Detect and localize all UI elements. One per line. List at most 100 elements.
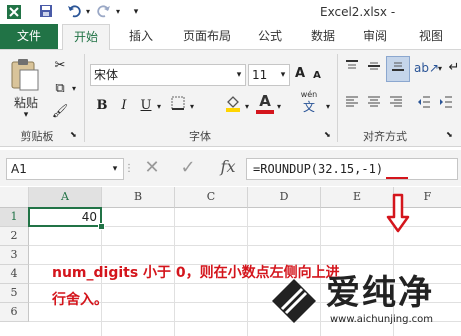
excel-logo-icon xyxy=(6,4,22,20)
tab-page-layout[interactable]: 页面布局 xyxy=(172,24,242,49)
phonetic-guide-icon[interactable]: wén 文 xyxy=(296,90,322,116)
increase-indent-icon[interactable] xyxy=(436,94,456,114)
row-header-3[interactable]: 3 xyxy=(0,246,29,265)
formula-text: =ROUNDUP(32.15,-1) xyxy=(253,162,384,176)
formula-bar-resize-icon[interactable]: ⋮ xyxy=(124,159,134,179)
column-header-b[interactable]: B xyxy=(102,187,175,208)
row-header-4[interactable]: 4 xyxy=(0,265,29,284)
group-separator xyxy=(84,54,85,142)
clipboard-launcher-icon[interactable]: ⬊ xyxy=(70,130,80,140)
annotation-line-2: 行舍入。 xyxy=(52,292,108,308)
alignment-group-label: 对齐方式 xyxy=(363,130,407,143)
align-middle-icon[interactable] xyxy=(364,58,384,78)
font-name-dropdown-icon[interactable]: ▾ xyxy=(234,65,244,85)
group-separator xyxy=(337,54,338,142)
row-header-6[interactable]: 6 xyxy=(0,303,29,322)
column-header-e[interactable]: E xyxy=(321,187,394,208)
clipboard-group-label: 剪贴板 xyxy=(20,130,54,143)
watermark-text: 爱纯净 xyxy=(326,273,434,313)
row-header-1[interactable]: 1 xyxy=(0,208,29,227)
cell-a1-value: 40 xyxy=(81,210,97,224)
tab-review[interactable]: 审阅 xyxy=(352,24,398,49)
tab-file[interactable]: 文件 xyxy=(0,24,58,49)
tab-view[interactable]: 视图 xyxy=(408,24,454,49)
row-header-2[interactable]: 2 xyxy=(0,227,29,246)
align-left-icon[interactable] xyxy=(342,94,362,114)
phonetic-dropdown-icon[interactable]: ▾ xyxy=(324,97,332,117)
undo-dropdown-icon[interactable]: ▾ xyxy=(84,4,92,20)
font-launcher-icon[interactable]: ⬊ xyxy=(324,130,334,140)
align-top-icon[interactable] xyxy=(342,58,362,78)
tab-insert[interactable]: 插入 xyxy=(118,24,164,49)
name-box-dropdown-icon[interactable]: ▾ xyxy=(110,159,120,179)
watermark-logo-icon xyxy=(268,275,320,327)
column-header-d[interactable]: D xyxy=(248,187,321,208)
underline-button[interactable]: U xyxy=(138,96,154,116)
decrease-indent-icon[interactable] xyxy=(414,94,434,114)
align-center-icon[interactable] xyxy=(364,94,384,114)
row-header-5[interactable]: 5 xyxy=(0,284,29,303)
phonetic-glyph: 文 xyxy=(302,100,315,114)
formula-input[interactable]: =ROUNDUP(32.15,-1) xyxy=(246,158,458,180)
insert-function-button[interactable]: fx xyxy=(214,157,242,177)
formula-bar: A1 ▾ ⋮ ✕ ✓ fx =ROUNDUP(32.15,-1) xyxy=(0,150,461,186)
phonetic-wen-label: wén xyxy=(300,90,318,99)
title-bar: ▾ ▾ ▾ Excel2.xlsx - xyxy=(0,0,461,24)
align-right-icon[interactable] xyxy=(386,94,406,114)
fill-color-dropdown-icon[interactable]: ▾ xyxy=(243,97,251,117)
wrap-text-icon[interactable]: ↵ xyxy=(448,58,460,78)
paste-label[interactable]: 粘贴 xyxy=(6,94,46,111)
bold-button[interactable]: B xyxy=(94,96,110,116)
column-header-c[interactable]: C xyxy=(175,187,248,208)
select-all-corner[interactable] xyxy=(0,187,29,208)
font-name-value: 宋体 xyxy=(94,68,119,82)
undo-icon[interactable] xyxy=(66,4,82,20)
save-icon[interactable] xyxy=(38,4,54,20)
highlight-underline xyxy=(386,177,408,179)
ribbon-tabs: 文件 开始 插入 页面布局 公式 数据 审阅 视图 xyxy=(0,24,461,51)
grow-font-icon[interactable]: A xyxy=(292,64,308,84)
cell-a1[interactable]: 40 xyxy=(28,207,102,227)
tab-data[interactable]: 数据 xyxy=(300,24,346,49)
copy-icon[interactable]: ⧉ xyxy=(50,79,70,99)
font-color-icon[interactable]: A xyxy=(256,92,274,116)
tab-home[interactable]: 开始 xyxy=(62,24,110,51)
name-box-value: A1 xyxy=(11,162,27,176)
font-size-dropdown-icon[interactable]: ▾ xyxy=(278,65,288,85)
paste-dropdown-icon[interactable]: ▾ xyxy=(20,110,32,120)
down-arrow-icon xyxy=(386,193,410,233)
align-bottom-icon[interactable] xyxy=(386,56,410,82)
font-color-swatch xyxy=(256,110,274,114)
tab-formulas[interactable]: 公式 xyxy=(250,24,290,49)
orientation-dropdown-icon[interactable]: ▾ xyxy=(436,59,444,79)
watermark-url: www.aichunjing.com xyxy=(330,314,433,325)
borders-dropdown-icon[interactable]: ▾ xyxy=(188,97,196,117)
column-header-a[interactable]: A xyxy=(29,187,102,208)
customize-icon[interactable]: ▾ xyxy=(130,4,142,20)
worksheet: A B C D E F 1 2 3 4 5 6 40 num_digits 小于… xyxy=(0,187,461,336)
orientation-icon[interactable]: ab↗ xyxy=(414,58,439,78)
fill-color-icon[interactable] xyxy=(224,94,242,114)
font-group-label: 字体 xyxy=(189,130,211,143)
italic-button[interactable]: I xyxy=(116,96,132,116)
shrink-font-icon[interactable]: A xyxy=(310,66,324,86)
redo-dropdown-icon[interactable]: ▾ xyxy=(114,4,122,20)
cancel-entry-icon[interactable]: ✕ xyxy=(140,158,164,178)
redo-icon[interactable] xyxy=(96,4,112,20)
paste-icon[interactable] xyxy=(8,58,42,92)
ribbon: 粘贴 ▾ ✂ ⧉ ▾ 🖌 剪贴板 ⬊ 宋体 ▾ 11 ▾ A A B I U ▾… xyxy=(0,50,461,147)
confirm-entry-icon[interactable]: ✓ xyxy=(176,158,200,178)
fill-handle[interactable] xyxy=(98,223,105,230)
font-name-select[interactable]: 宋体 xyxy=(90,64,246,86)
name-box[interactable]: A1 xyxy=(6,158,124,180)
borders-icon[interactable] xyxy=(170,96,186,116)
copy-dropdown-icon[interactable]: ▾ xyxy=(70,79,78,99)
window-title: Excel2.xlsx - xyxy=(320,5,396,19)
font-size-value: 11 xyxy=(252,68,268,82)
alignment-launcher-icon[interactable]: ⬊ xyxy=(446,130,456,140)
font-color-dropdown-icon[interactable]: ▾ xyxy=(275,97,283,117)
font-color-letter: A xyxy=(259,92,271,110)
cut-icon[interactable]: ✂ xyxy=(50,56,70,76)
format-painter-icon[interactable]: 🖌 xyxy=(50,102,70,122)
underline-dropdown-icon[interactable]: ▾ xyxy=(155,97,163,117)
